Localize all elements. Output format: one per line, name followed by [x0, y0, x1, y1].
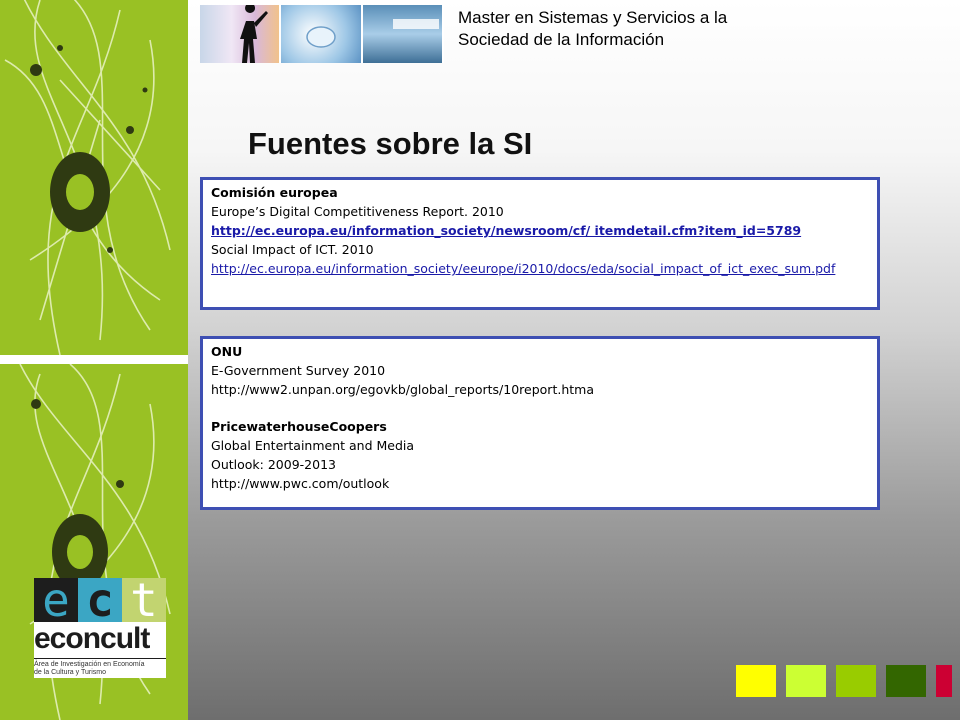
header-banner-images	[200, 5, 444, 63]
silhouette-icon	[240, 5, 268, 63]
pwc-title-line1: Global Entertainment and Media	[211, 438, 415, 453]
banner-image-mouse	[281, 5, 363, 63]
onu-survey-url: http://www2.unpan.org/egovkb/global_repo…	[211, 382, 594, 397]
pwc-heading: PricewaterhouseCoopers	[211, 419, 387, 434]
eu-heading: Comisión europea	[211, 185, 338, 200]
logo-letter-e: e	[34, 577, 78, 623]
eu-report-link[interactable]: http://ec.europa.eu/information_society/…	[211, 221, 871, 240]
logo-subtitle-line2: de la Cultura y Turismo	[34, 669, 106, 676]
pwc-title-line2: Outlook: 2009-2013	[211, 457, 336, 472]
pwc-url: http://www.pwc.com/outlook	[211, 476, 390, 491]
onu-heading: ONU	[211, 344, 243, 359]
eu-report-title: Europe’s Digital Competitiveness Report.…	[211, 204, 504, 219]
course-title-line2: Sociedad de la Información	[458, 30, 665, 49]
sources-box-other: ONU E-Government Survey 2010 http://www2…	[200, 336, 880, 510]
color-square-darkgreen	[886, 665, 926, 697]
slide-title: Fuentes sobre la SI	[248, 126, 533, 161]
logo-subtitle: Àrea de Investigación en Economía de la …	[34, 658, 166, 677]
logo-letter-c: c	[78, 577, 122, 623]
econcult-logo: e c t econcult Àrea de Investigación en …	[34, 577, 166, 678]
eu-social-impact-link[interactable]: http://ec.europa.eu/information_society/…	[211, 259, 871, 278]
course-title: Master en Sistemas y Servicios a la Soci…	[458, 7, 727, 51]
sidebar-top-panel	[0, 0, 188, 355]
logo-letter-t: t	[122, 577, 166, 623]
banner-image-browser	[362, 5, 444, 63]
decorative-sidebar: e c t econcult Àrea de Investigación en …	[0, 0, 188, 720]
sources-box-eu: Comisión europea Europe’s Digital Compet…	[200, 177, 880, 310]
color-square-yellow	[736, 665, 776, 697]
logo-letters: e c t	[34, 577, 166, 623]
onu-survey-title: E-Government Survey 2010	[211, 363, 386, 378]
color-square-red	[936, 665, 952, 697]
color-square-green	[836, 665, 876, 697]
logo-subtitle-line1: Àrea de Investigación en Economía	[34, 661, 145, 668]
mouse-icon	[306, 26, 337, 48]
banner-image-person	[200, 5, 282, 63]
logo-wordmark: econcult	[34, 622, 150, 655]
eu-social-impact-title: Social Impact of ICT. 2010	[211, 242, 374, 257]
color-squares	[736, 665, 952, 697]
browser-icon	[392, 19, 439, 29]
course-title-line1: Master en Sistemas y Servicios a la	[458, 8, 728, 27]
sidebar-ornament	[4, 0, 171, 355]
color-square-lime	[786, 665, 826, 697]
